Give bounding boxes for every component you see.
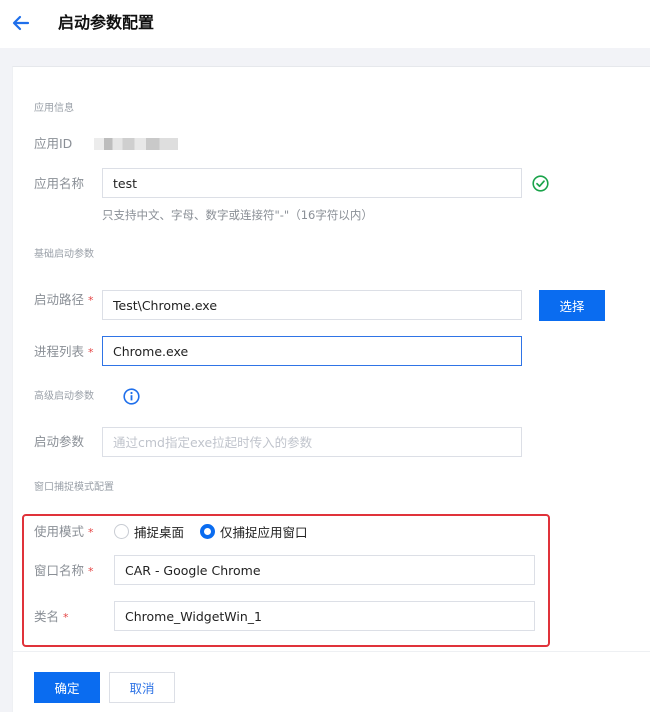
info-icon[interactable] [123,388,140,405]
mode-label-text: 使用模式 [34,524,85,539]
class-name-input[interactable] [114,601,535,631]
footer-divider [12,651,650,652]
process-list-input[interactable] [102,336,522,366]
launch-path-label: 启动路径 * [34,291,94,310]
launch-path-label-text: 启动路径 [34,292,85,307]
radio-capture-app-window-label: 仅捕捉应用窗口 [220,525,308,540]
arrow-left-icon[interactable] [10,12,32,34]
page-header: 启动参数配置 [0,0,650,48]
confirm-button[interactable]: 确定 [34,672,100,703]
class-name-label: 类名 * [34,608,69,627]
app-id-label: 应用ID [34,136,73,151]
section-title-capture-mode: 窗口捕捉模式配置 [34,482,114,493]
mode-label: 使用模式 * [34,523,94,542]
required-mark: * [63,611,69,624]
launch-path-input[interactable] [102,290,522,320]
window-name-label: 窗口名称 * [34,562,94,581]
class-name-label-text: 类名 [34,609,60,624]
radio-capture-desktop-label: 捕捉桌面 [134,525,185,540]
section-title-app-info: 应用信息 [34,103,74,114]
required-mark: * [88,526,94,539]
launch-params-input[interactable] [102,427,522,457]
check-circle-icon [532,175,549,192]
radio-checked-icon [200,524,215,539]
radio-capture-app-window[interactable]: 仅捕捉应用窗口 [200,522,308,541]
window-name-label-text: 窗口名称 [34,563,85,578]
required-mark: * [88,294,94,307]
required-mark: * [88,346,94,359]
radio-capture-desktop[interactable]: 捕捉桌面 [114,522,184,541]
app-name-label: 应用名称 [34,176,85,191]
select-file-button[interactable]: 选择 [539,290,605,321]
app-name-input[interactable] [102,168,522,198]
window-name-input[interactable] [114,555,535,585]
radio-unchecked-icon [114,524,129,539]
required-mark: * [88,565,94,578]
app-name-hint: 只支持中文、字母、数字或连接符"-"（16字符以内） [102,208,373,222]
cancel-button[interactable]: 取消 [109,672,175,703]
launch-params-label: 启动参数 [34,434,85,449]
page-title: 启动参数配置 [58,13,155,32]
process-list-label-text: 进程列表 [34,344,85,359]
process-list-label: 进程列表 * [34,343,94,362]
section-title-advanced-params: 高级启动参数 [34,391,94,402]
section-title-basic-params: 基础启动参数 [34,249,94,260]
app-id-value-redacted [94,138,178,150]
